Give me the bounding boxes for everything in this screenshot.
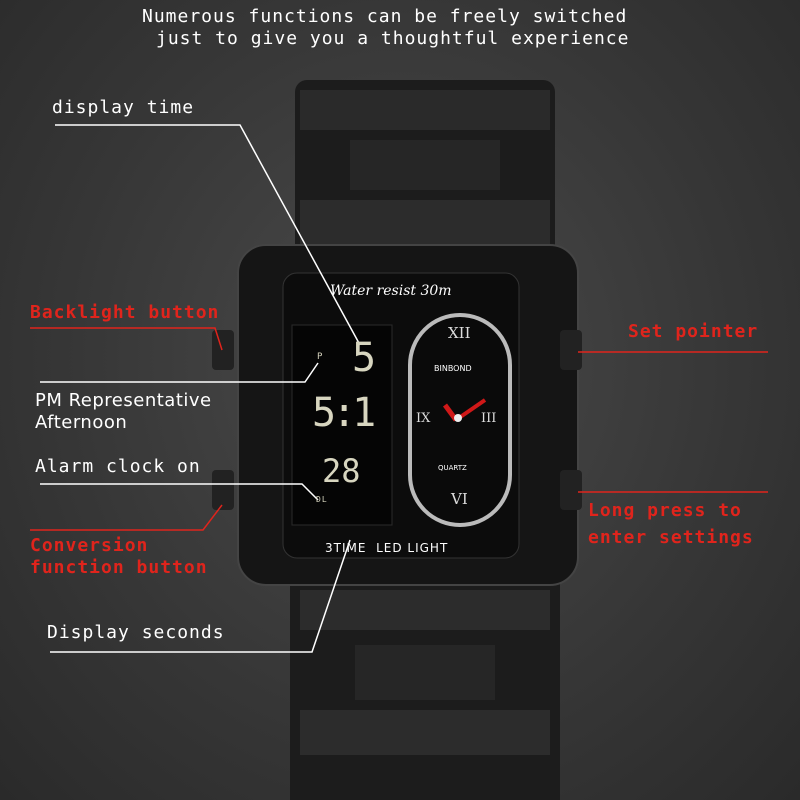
callout-set-pointer: Set pointer xyxy=(628,321,759,342)
callout-conversion-1: Conversion xyxy=(30,535,149,556)
settings-crown xyxy=(560,470,582,510)
numeral-6: VI xyxy=(451,490,468,508)
callout-conversion-2: function button xyxy=(30,557,208,578)
callout-seconds: Display seconds xyxy=(47,622,225,643)
callout-long-press-1: Long press to xyxy=(588,500,742,521)
lcd-pm-indicator: P xyxy=(317,352,324,362)
callout-backlight-button: Backlight button xyxy=(30,302,220,323)
lcd-seconds: 28 xyxy=(322,452,361,490)
callout-pm-2: Afternoon xyxy=(35,412,128,433)
callout-pm-1: PM Representative xyxy=(35,390,212,411)
conversion-crown xyxy=(212,470,234,510)
bezel-bottom-text: 3TIME LED LIGHT xyxy=(325,541,449,555)
heading-line-1: Numerous functions can be freely switche… xyxy=(142,6,628,27)
heading-line-2: just to give you a thoughtful experience xyxy=(156,28,630,49)
lcd-hour: 5 xyxy=(352,335,377,381)
callout-long-press-2: enter settings xyxy=(588,527,754,548)
numeral-3: III xyxy=(481,411,497,426)
numeral-9: IX xyxy=(416,411,431,426)
lcd-alarm-indicator: DL xyxy=(316,495,328,504)
brand-label: BINBOND xyxy=(434,364,472,373)
callout-display-time: display time xyxy=(52,97,195,118)
numeral-12: XII xyxy=(448,324,471,342)
callout-alarm: Alarm clock on xyxy=(35,456,201,477)
backlight-leader xyxy=(30,327,223,351)
set-pointer-crown xyxy=(560,330,582,370)
bezel-top-text: Water resist 30m xyxy=(330,283,452,299)
lcd-time: 5:1 xyxy=(312,390,376,436)
backlight-crown xyxy=(212,330,234,370)
quartz-label: QUARTZ xyxy=(438,464,467,472)
conversion-leader xyxy=(30,504,223,531)
